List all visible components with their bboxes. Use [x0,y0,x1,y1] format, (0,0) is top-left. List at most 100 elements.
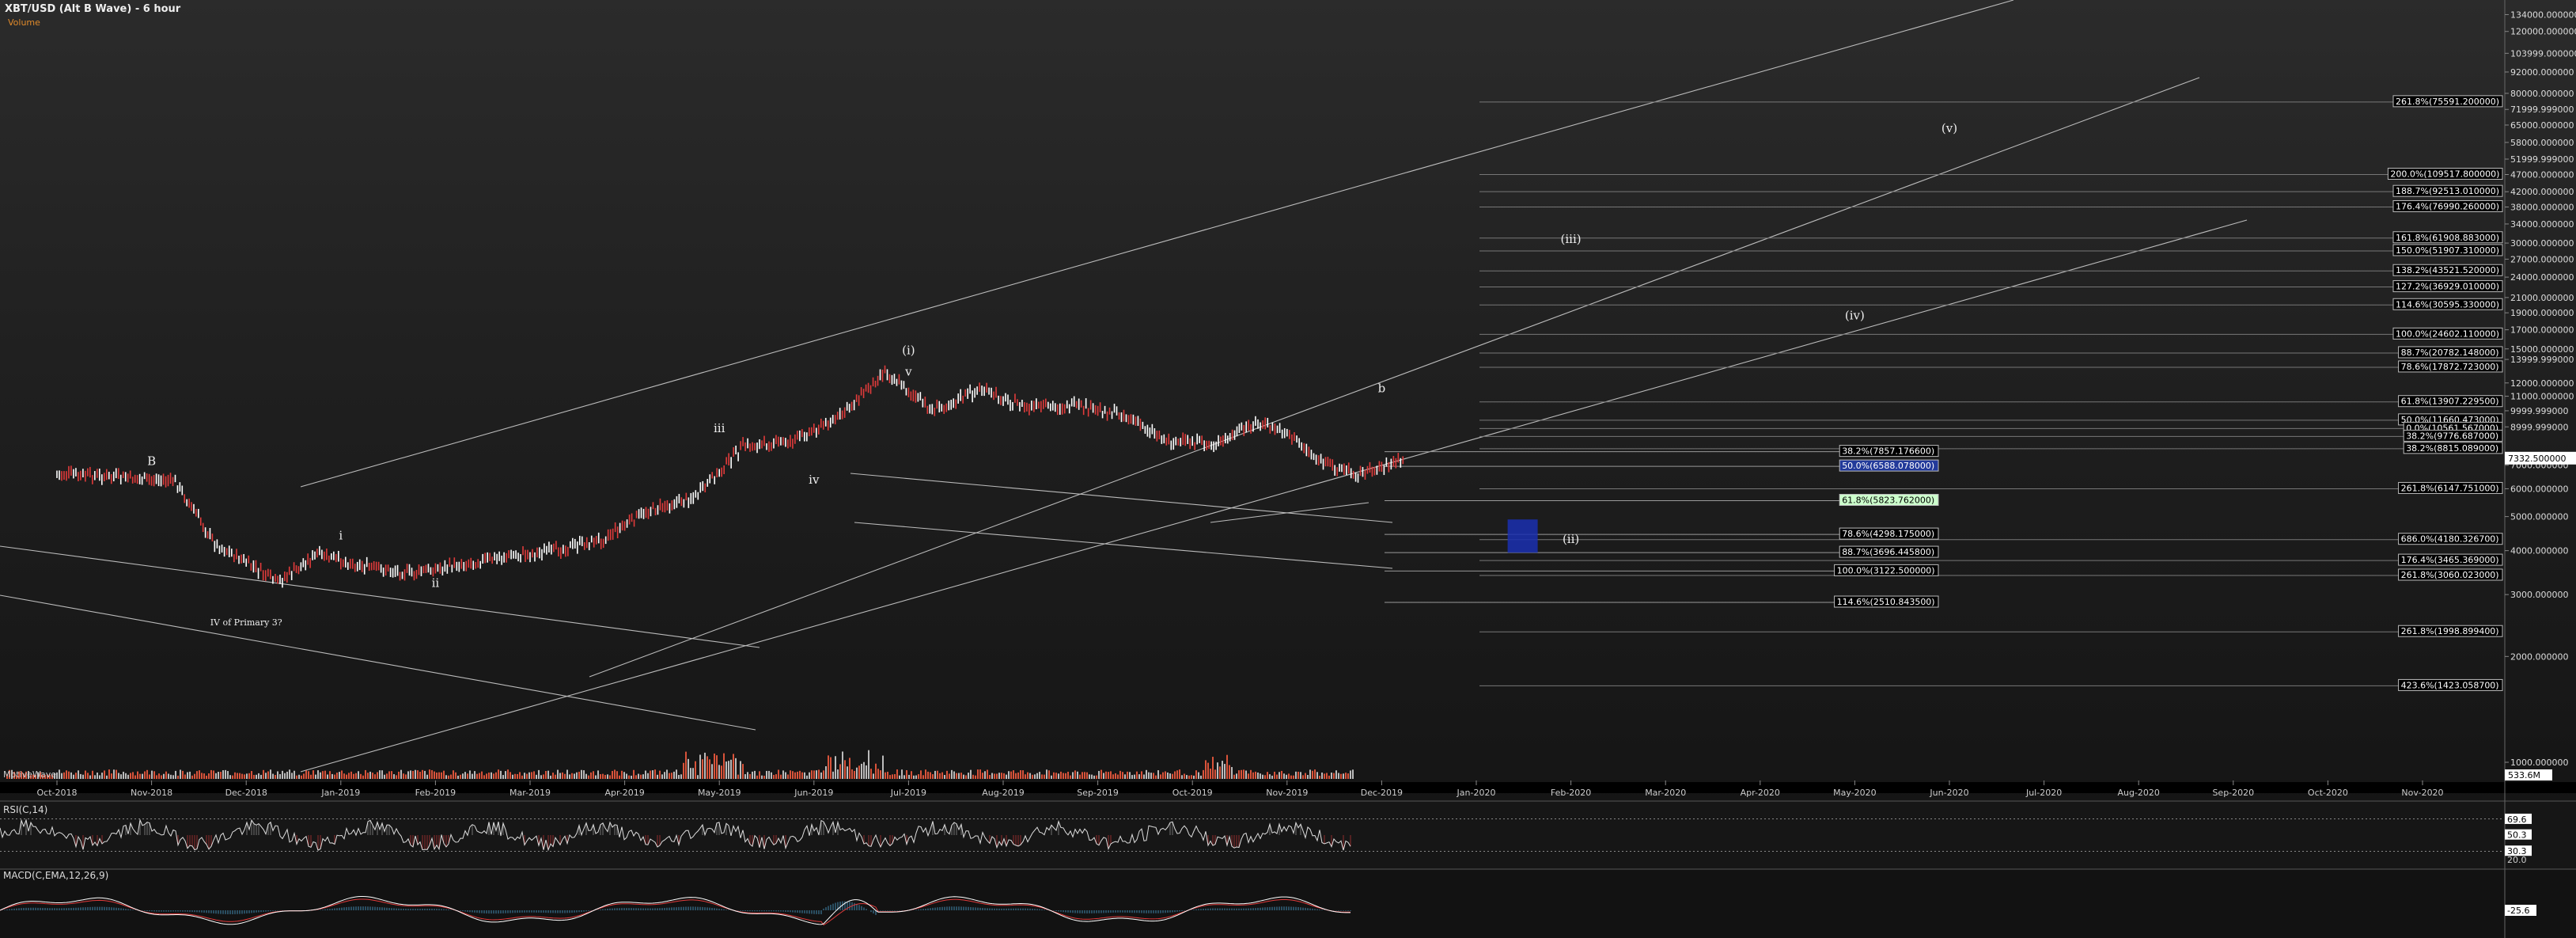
volume-bar [768,770,770,779]
volume-bar [903,775,905,779]
volume-bar [984,771,986,779]
volume-bar [654,769,656,779]
price-tick-label: 11000.000000 [2510,392,2574,402]
volume-bar [1245,770,1247,779]
volume-bar [804,772,805,779]
volume-bar [101,773,103,779]
volume-bar [498,769,499,779]
volume-bar [291,773,293,779]
volume-bar [899,775,900,779]
volume-bar [1210,769,1211,779]
volume-bar [493,773,494,779]
volume-bar [873,773,874,779]
volume-bar [927,771,929,779]
fib-level-label: 78.6%(17872.723000) [2401,362,2499,372]
volume-bar [1134,774,1135,779]
volume-bar [386,773,388,779]
volume-bar [604,774,606,779]
volume-bar [476,773,478,779]
volume-bar [1181,775,1183,779]
volume-bar [346,774,347,779]
volume-bar [564,773,566,779]
volume-bar [844,760,846,779]
volume-bar [585,773,587,779]
volume-bar [118,773,119,779]
volume-bar [365,769,366,779]
price-tick-label: 24000.000000 [2510,272,2574,283]
date-tick-label: Jun-2019 [794,788,833,798]
volume-bar [267,771,269,779]
volume-bar [547,770,549,779]
volume-bar [571,773,573,779]
volume-bar [1119,770,1121,779]
volume-bar [460,774,461,779]
volume-bar [989,775,991,779]
volume-bar [284,773,286,779]
volume-bar [669,773,670,779]
volume-bar [818,769,820,779]
volume-bar [960,773,962,779]
price-tick-label: 80000.000000 [2510,89,2574,99]
volume-bar [1328,775,1330,779]
volume-bar [1252,772,1254,779]
volume-bar [650,770,651,779]
date-tick-label: Oct-2020 [2308,788,2348,798]
volume-bar [1167,772,1169,779]
volume-bar [994,773,995,779]
volume-bar [73,774,74,779]
volume-bar [215,773,217,779]
volume-bar [149,774,150,779]
volume-bar [744,774,746,779]
volume-bar [251,771,252,779]
volume-bar [1044,774,1045,779]
price-tick-label: 1000.000000 [2510,758,2568,768]
fib-level-label: 261.8%(1998.899400) [2401,626,2499,636]
volume-bar [1055,773,1057,779]
volume-bar [590,772,592,779]
volume-bar [775,774,777,779]
date-tick-label: Jul-2020 [2025,788,2062,798]
volume-bar [256,774,257,779]
channel-line [850,473,1393,523]
volume-bar [222,770,224,779]
volume-bar [1343,773,1344,779]
volume-bar [194,773,195,779]
date-tick-label: Jan-2020 [1457,788,1496,798]
volume-bar [196,771,198,779]
volume-bar [168,773,169,779]
volume-bar [301,775,302,779]
volume-bar [1191,775,1192,779]
volume-bar [1160,774,1161,779]
volume-bar [270,769,271,779]
volume-bar [80,773,81,779]
channel-line [300,0,2014,488]
volume-bar [782,770,784,779]
volume-bar [1231,767,1233,779]
volume-bar [1307,775,1309,779]
volume-bar [825,766,827,779]
volume-bar [310,774,312,779]
volume-bar [1174,771,1176,779]
volume-bar [1127,771,1128,779]
volume-bar [1022,770,1024,779]
volume-bar [801,772,803,779]
volume-bar [861,763,862,779]
volume-bar [915,775,917,779]
volume-bar [756,775,758,779]
channel-line [854,522,1393,569]
volume-bar [1271,775,1273,779]
date-tick-label: Jun-2020 [1929,788,1968,798]
volume-bar [495,772,497,779]
volume-bar [464,772,466,779]
volume-bar [381,770,383,779]
volume-bar [519,772,521,779]
volume-bar [324,770,326,779]
volume-bar [1122,772,1123,779]
price-chart[interactable]: 134000.000000 120000.000000 103999.000000 9… [0,0,2576,938]
volume-bar [906,770,907,779]
volume-bar [116,769,117,779]
volume-bar [1036,773,1038,779]
volume-bar [991,773,993,779]
volume-bar [835,756,836,779]
volume-bar [780,774,782,779]
